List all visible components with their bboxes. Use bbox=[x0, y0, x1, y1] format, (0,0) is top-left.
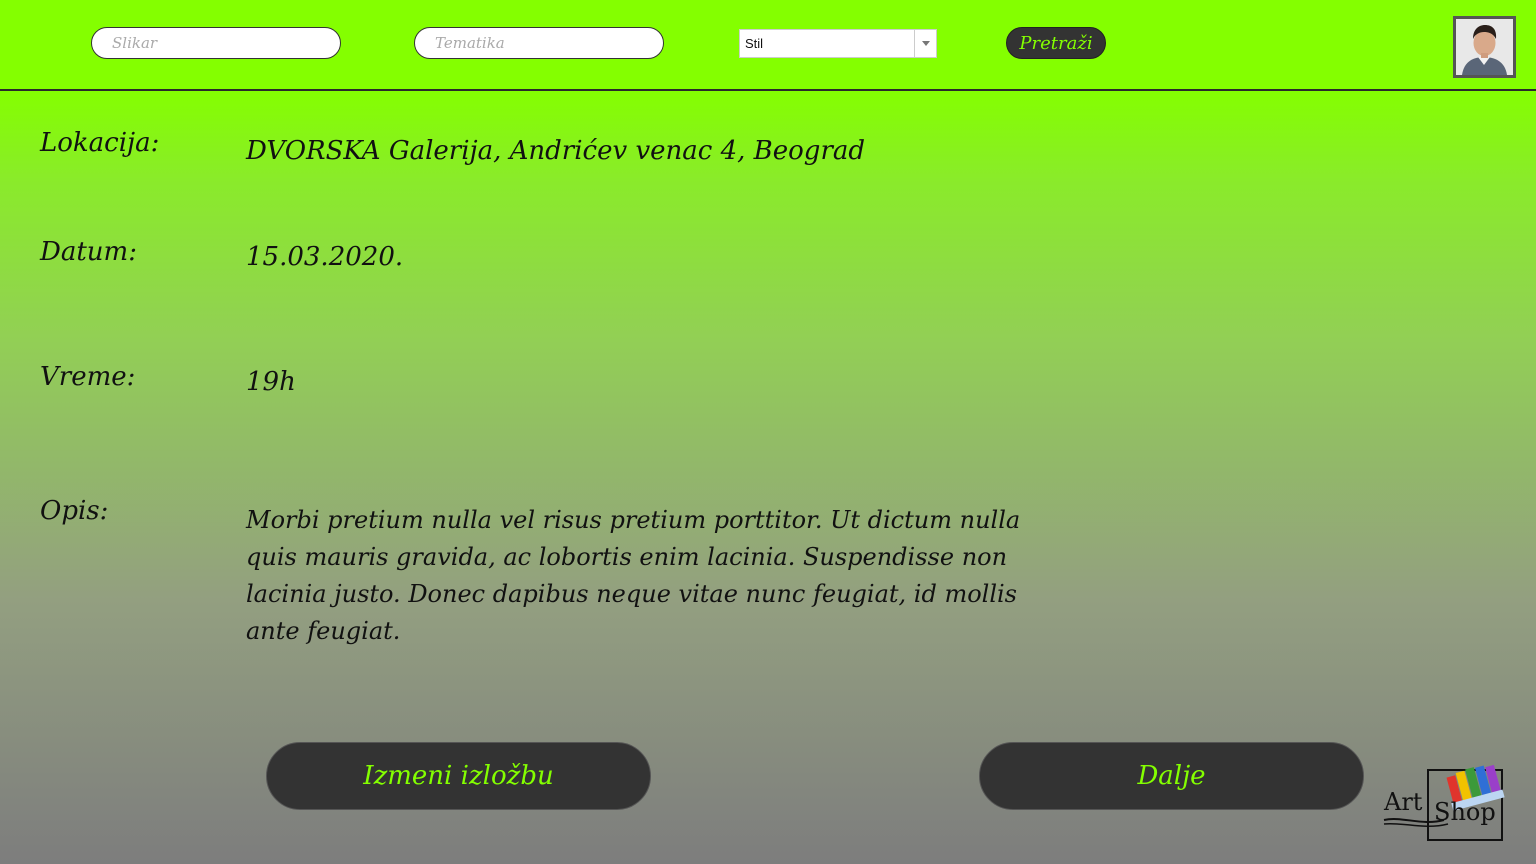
tematika-search-input[interactable] bbox=[414, 27, 664, 59]
next-button[interactable]: Dalje bbox=[979, 742, 1364, 810]
opis-label: Opis: bbox=[40, 496, 109, 526]
top-bar: Stil Pretraži bbox=[0, 0, 1536, 91]
stil-select[interactable]: Stil bbox=[739, 29, 937, 58]
chevron-down-icon[interactable] bbox=[914, 30, 936, 57]
user-avatar-icon bbox=[1456, 19, 1513, 75]
opis-value: Morbi pretium nulla vel risus pretium po… bbox=[246, 506, 1021, 645]
lokacija-value: DVORSKA Galerija, Andrićev venac 4, Beog… bbox=[246, 136, 866, 166]
stil-select-value: Stil bbox=[745, 36, 764, 51]
lokacija-label: Lokacija: bbox=[40, 128, 160, 158]
user-avatar[interactable] bbox=[1453, 16, 1516, 78]
edit-exhibition-button[interactable]: Izmeni izložbu bbox=[266, 742, 651, 810]
vreme-label: Vreme: bbox=[40, 362, 136, 392]
datum-value: 15.03.2020. bbox=[246, 242, 404, 272]
vreme-value: 19h bbox=[246, 367, 296, 397]
datum-label: Datum: bbox=[40, 237, 137, 267]
logo-text-shop: Shop bbox=[1434, 798, 1496, 826]
logo-text-art: Art bbox=[1384, 788, 1423, 816]
artshop-logo[interactable]: Art Shop bbox=[1382, 762, 1512, 844]
slikar-search-input[interactable] bbox=[91, 27, 341, 59]
search-button[interactable]: Pretraži bbox=[1006, 27, 1106, 59]
